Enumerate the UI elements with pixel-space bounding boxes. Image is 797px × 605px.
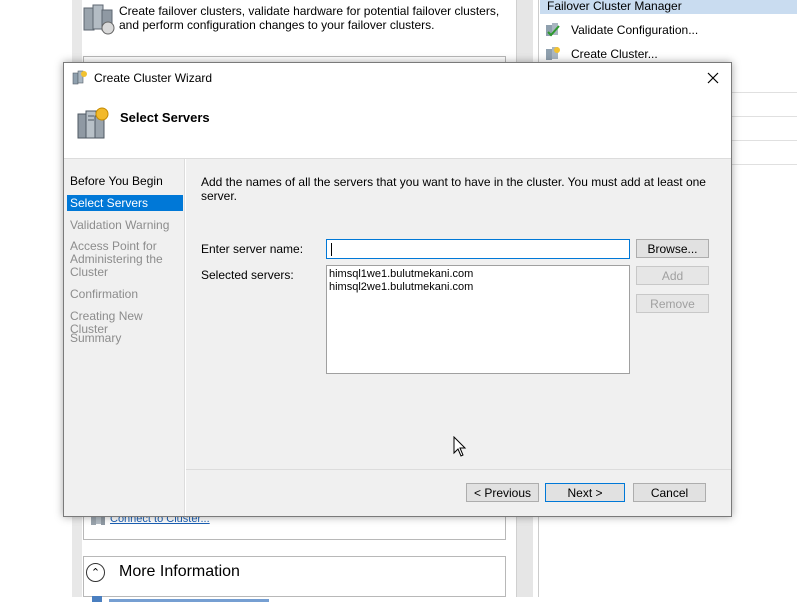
- validate-configuration-label: Validate Configuration...: [571, 23, 699, 37]
- list-item[interactable]: himsql2we1.bulutmekani.com: [329, 281, 627, 294]
- actions-divider: [732, 164, 797, 165]
- step-access-point: Access Point for Administering the Clust…: [70, 239, 163, 279]
- console-tree-pane: [0, 0, 72, 597]
- failover-cluster-icon: [83, 4, 115, 35]
- previous-button[interactable]: < Previous: [466, 483, 539, 502]
- validate-icon: [546, 23, 560, 37]
- wizard-steps-nav: Before You Begin Select Servers Validati…: [64, 159, 185, 516]
- step-select-servers[interactable]: Select Servers: [67, 195, 183, 211]
- actions-divider: [732, 140, 797, 141]
- remove-button[interactable]: Remove: [636, 294, 709, 313]
- create-cluster-icon: [546, 47, 560, 60]
- step-validation-warning: Validation Warning: [70, 218, 170, 232]
- page-title: Select Servers: [120, 110, 210, 125]
- browse-button[interactable]: Browse...: [636, 239, 709, 258]
- step-summary: Summary: [70, 331, 122, 345]
- validate-configuration-action[interactable]: Validate Configuration...: [545, 20, 698, 40]
- actions-divider: [732, 92, 797, 93]
- actions-divider: [732, 116, 797, 117]
- server-name-input[interactable]: [326, 239, 630, 259]
- step-before-you-begin[interactable]: Before You Begin: [67, 175, 183, 188]
- next-button[interactable]: Next >: [545, 483, 625, 502]
- close-button[interactable]: [696, 65, 730, 91]
- footer-divider: [186, 469, 731, 470]
- close-icon: [707, 72, 719, 84]
- more-information-header[interactable]: ⌃ More Information: [84, 560, 504, 584]
- list-item[interactable]: himsql1we1.bulutmekani.com: [329, 268, 627, 281]
- mouse-pointer-icon: [453, 436, 467, 457]
- add-button[interactable]: Add: [636, 266, 709, 285]
- create-cluster-action[interactable]: Create Cluster...: [545, 44, 658, 64]
- collapse-chevron-icon[interactable]: ⌃: [86, 562, 105, 582]
- dialog-titlebar[interactable]: Create Cluster Wizard: [64, 63, 731, 93]
- more-info-link-partial: [92, 591, 272, 602]
- instructions-text: Add the names of all the servers that yo…: [201, 175, 706, 203]
- create-cluster-label: Create Cluster...: [571, 47, 658, 61]
- cluster-servers-icon: [77, 107, 109, 139]
- more-information-title: More Information: [119, 563, 240, 580]
- step-confirmation: Confirmation: [70, 287, 139, 301]
- cancel-button[interactable]: Cancel: [633, 483, 706, 502]
- actions-header: Failover Cluster Manager: [540, 0, 797, 14]
- wizard-title-icon: [72, 70, 87, 85]
- selected-servers-label: Selected servers:: [201, 268, 294, 282]
- text-caret: [331, 243, 332, 256]
- selected-servers-list[interactable]: himsql1we1.bulutmekani.com himsql2we1.bu…: [326, 265, 630, 374]
- server-name-label: Enter server name:: [201, 242, 304, 256]
- create-cluster-wizard-dialog: Create Cluster Wizard Select Servers Bef…: [63, 62, 732, 517]
- intro-description: Create failover clusters, validate hardw…: [119, 4, 500, 32]
- dialog-title: Create Cluster Wizard: [94, 71, 213, 85]
